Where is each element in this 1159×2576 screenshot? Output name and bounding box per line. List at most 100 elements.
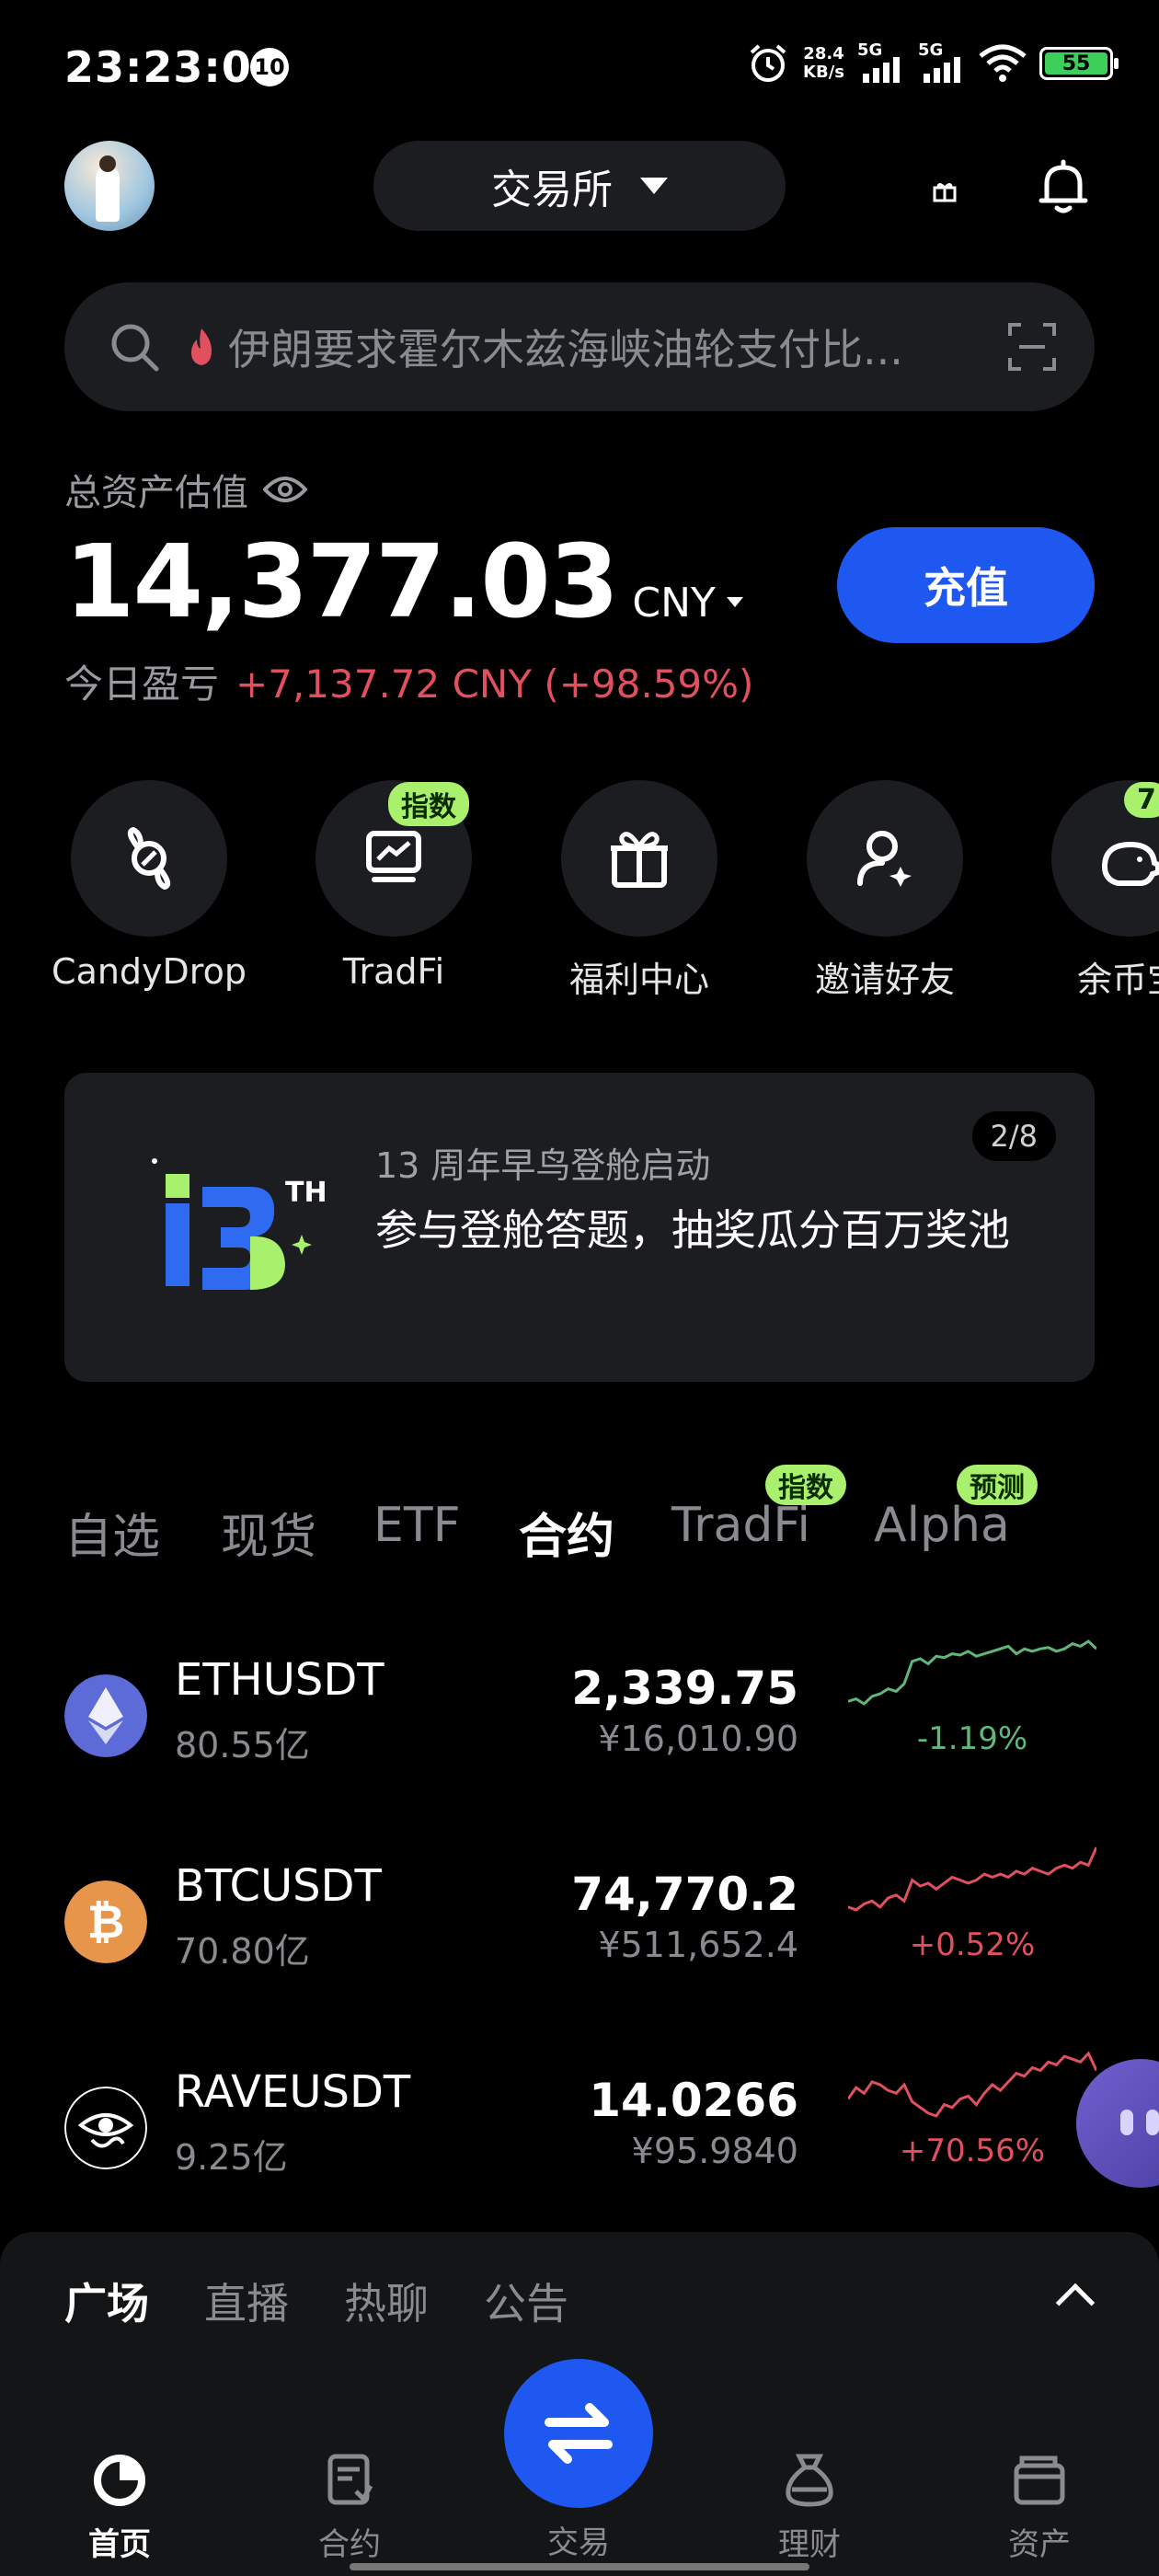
search-input[interactable]: 伊朗要求霍尔木兹海峡油轮支付比... [228, 316, 988, 377]
nav-trade-label: 交易 [547, 2524, 610, 2561]
nav-home[interactable]: 首页 [46, 2449, 193, 2564]
prediction-tag: 预测 [957, 1465, 1038, 1505]
row-symbol: ETHUSDT [175, 1654, 384, 1706]
signal-sim2-icon: 5G [918, 40, 966, 86]
chart-monitor-icon [366, 831, 421, 882]
tab-etf[interactable]: ETF [373, 1498, 461, 1553]
home-icon [94, 2455, 145, 2506]
anniversary-logo: TH [152, 1158, 327, 1290]
tab-futures[interactable]: 合约 [519, 1498, 614, 1567]
row-price-cny: ¥95.9840 [631, 2131, 798, 2171]
row-volume: 70.80亿 [175, 1931, 310, 1972]
wallet-icon [1014, 2455, 1065, 2505]
gift-icon[interactable] [933, 180, 957, 202]
tab-square[interactable]: 广场 [64, 2271, 149, 2331]
row-change: +0.52% [909, 1926, 1036, 1963]
bubble-eye [1120, 2110, 1133, 2135]
tab-alpha[interactable]: Alpha [874, 1498, 1010, 1553]
piggy-icon [1101, 841, 1159, 886]
battery-level: 55 [1045, 52, 1107, 75]
gift-icon [611, 832, 668, 888]
eye-icon[interactable] [263, 475, 307, 504]
nav-futures[interactable]: 合约 [276, 2449, 423, 2564]
invite-user-icon [857, 831, 912, 887]
shortcut-savings[interactable]: 余币宝 7 [1010, 780, 1159, 1001]
logo-superscript: TH [285, 1177, 327, 1209]
chevron-down-icon [640, 178, 668, 194]
notification-count-badge: 10 [250, 48, 289, 86]
shortcut-circle [71, 780, 227, 937]
caret-down-icon [726, 597, 743, 607]
shortcut-label: 余币宝 [1076, 960, 1159, 1000]
shortcut-tradfi[interactable]: TradFi 指数 [274, 780, 513, 992]
tab-hot-chat[interactable]: 热聊 [344, 2271, 429, 2331]
nav-earn[interactable]: 理财 [736, 2449, 883, 2564]
trade-button[interactable] [504, 2359, 653, 2508]
avatar[interactable] [64, 141, 155, 231]
network-speed-unit: KB/s [803, 63, 844, 82]
today-pnl: 今日盈亏 +7,137.72 CNY (+98.59%) [64, 653, 753, 709]
index-tag: 指数 [765, 1465, 846, 1505]
row-price: 14.0266 [589, 2074, 798, 2127]
tab-favorites[interactable]: 自选 [64, 1498, 160, 1567]
battery-icon: 55 [1039, 47, 1119, 80]
nav-assets[interactable]: 资产 [966, 2449, 1113, 2564]
nav-label: 首页 [88, 2526, 151, 2563]
shortcut-label: CandyDrop [52, 951, 247, 992]
scan-icon[interactable] [1006, 321, 1058, 373]
home-indicator [350, 2563, 809, 2570]
row-price-cny: ¥16,010.90 [598, 1719, 798, 1759]
sparkline-path [848, 1846, 1096, 1912]
row-price: 74,770.2 [571, 1868, 798, 1921]
feed-tabs: 广场 直播 热聊 公告 [64, 2271, 568, 2331]
tab-live[interactable]: 直播 [204, 2271, 289, 2331]
table-row[interactable]: ₿ BTCUSDT 70.80亿 74,770.2 ¥511,652.4 +0.… [0, 1842, 1159, 2026]
svg-text:₿: ₿ [87, 1895, 125, 1949]
exchange-switch-label: 交易所 [491, 167, 613, 213]
bell-icon[interactable] [1038, 158, 1089, 215]
btc-coin-icon: ₿ [64, 1880, 147, 1963]
exchange-switch-button[interactable]: 交易所 [373, 141, 786, 231]
chevron-up-icon[interactable] [1055, 2283, 1096, 2323]
sparkline-path [848, 2051, 1096, 2118]
today-pnl-label: 今日盈亏 [64, 661, 220, 707]
signal-sim1-icon: 5G [857, 40, 905, 86]
futures-doc-icon [327, 2454, 373, 2505]
rave-coin-icon [64, 2087, 147, 2169]
shortcut-rewards[interactable]: 福利中心 [520, 780, 759, 1001]
deposit-button[interactable]: 充值 [837, 527, 1095, 643]
row-symbol: BTCUSDT [175, 1860, 382, 1912]
shortcut-label: 福利中心 [568, 960, 709, 1000]
today-pnl-value: +7,137.72 CNY (+98.59%) [235, 661, 754, 707]
row-price-cny: ¥511,652.4 [598, 1925, 798, 1965]
search-icon [111, 324, 159, 372]
row-change: +70.56% [899, 2133, 1046, 2169]
count-tag: 7 [1124, 782, 1159, 818]
shortcut-invite[interactable]: 邀请好友 [765, 780, 1004, 1001]
table-row[interactable]: ETHUSDT 80.55亿 2,339.75 ¥16,010.90 -1.19… [0, 1636, 1159, 1820]
tab-tradfi[interactable]: TradFi [671, 1498, 810, 1553]
shortcut-candydrop[interactable]: CandyDrop [29, 780, 269, 992]
sparkline [848, 1846, 1096, 1912]
nav-label: 理财 [778, 2526, 841, 2563]
swap-arrows-icon [545, 2403, 613, 2464]
currency-selector[interactable]: CNY [632, 580, 743, 627]
earn-bag-icon [786, 2454, 833, 2507]
row-change: -1.19% [916, 1720, 1028, 1757]
table-row[interactable]: RAVEUSDT 9.25亿 14.0266 ¥95.9840 +70.56% [0, 2048, 1159, 2232]
currency-label: CNY [632, 580, 716, 627]
sparkline [848, 1639, 1096, 1706]
index-tag: 指数 [388, 782, 469, 826]
tab-announcements[interactable]: 公告 [484, 2271, 568, 2331]
row-symbol: RAVEUSDT [175, 2066, 411, 2118]
promo-banner[interactable]: TH 13 周年早鸟登舱启动 参与登舱答题，抽奖瓜分百万奖池 2/8 [64, 1073, 1095, 1382]
market-tabs: 自选 现货 ETF 合约 TradFi 指数 Alpha 预测 [64, 1465, 1122, 1571]
network-speed: 28.4 KB/s [803, 45, 844, 82]
banner-title: 参与登舱答题，抽奖瓜分百万奖池 [375, 1205, 1010, 1255]
network-speed-value: 28.4 [803, 44, 844, 63]
tab-spot[interactable]: 现货 [221, 1498, 316, 1567]
banner-pager: 2/8 [971, 1111, 1056, 1161]
sparkline [848, 2051, 1096, 2118]
search-bar[interactable]: 伊朗要求霍尔木兹海峡油轮支付比... [64, 282, 1095, 411]
quick-shortcuts: CandyDrop TradFi 指数 福利中心 邀请好友 余币 7 [0, 780, 1159, 1001]
